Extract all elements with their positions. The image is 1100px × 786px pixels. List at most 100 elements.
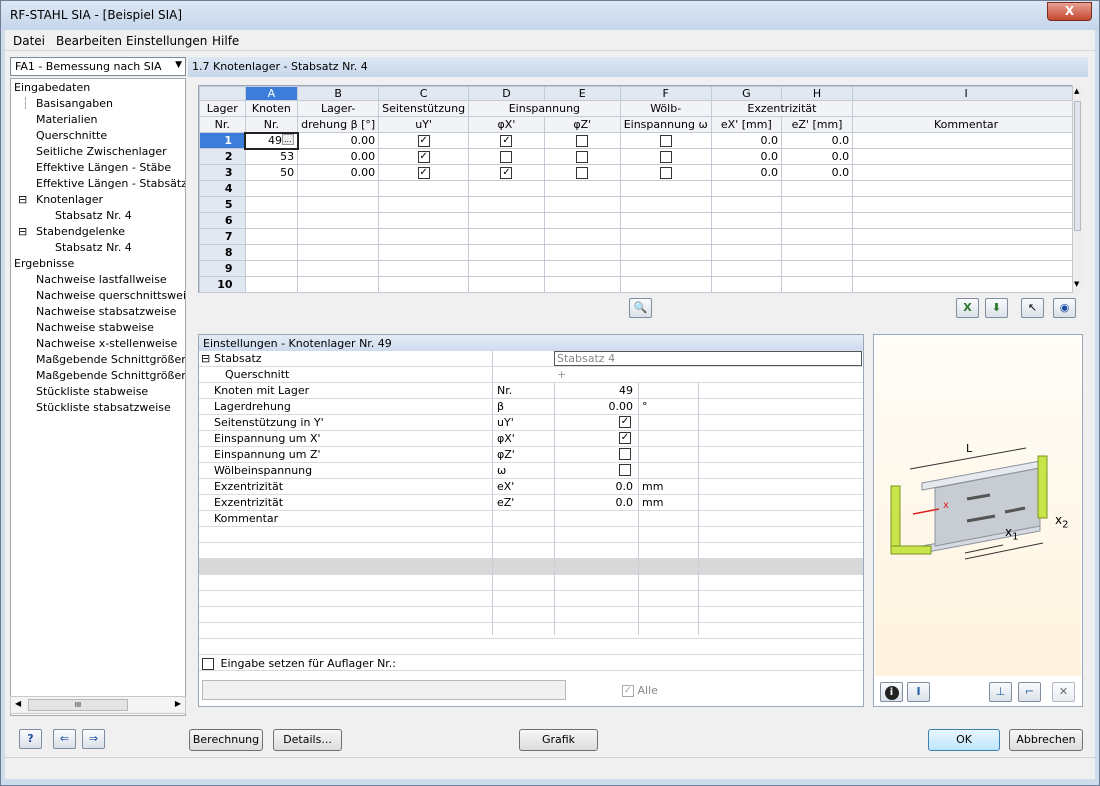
- cell-drehung[interactable]: 0.00: [297, 132, 380, 149]
- cell-drehung[interactable]: [297, 276, 380, 293]
- cell-phiz[interactable]: [543, 212, 621, 229]
- row-number[interactable]: 1: [199, 132, 246, 149]
- cell-drehung[interactable]: [297, 212, 380, 229]
- grid-vertical-scrollbar[interactable]: ▲ ▼: [1072, 85, 1082, 293]
- cell-ex[interactable]: 0.0: [710, 132, 782, 149]
- cell-woelb[interactable]: [619, 148, 712, 165]
- cell-ex[interactable]: [710, 212, 782, 229]
- cell-ez[interactable]: 0.0: [780, 164, 854, 181]
- case-select[interactable]: FA1 - Bemessung nach SIA ▼: [10, 57, 186, 76]
- row-number[interactable]: 6: [199, 212, 246, 229]
- checkbox[interactable]: [500, 151, 513, 163]
- cell-ez[interactable]: [780, 196, 854, 213]
- checkbox[interactable]: ✓: [500, 135, 513, 147]
- cell-ez[interactable]: [780, 228, 854, 245]
- details-button[interactable]: Details...: [273, 729, 342, 751]
- cell-woelb[interactable]: [619, 196, 712, 213]
- nav-nachweise-querschnittsweise[interactable]: Nachweise querschnittsweise: [36, 289, 185, 302]
- checkbox[interactable]: [659, 167, 672, 179]
- cell-knoten[interactable]: [244, 276, 299, 293]
- col-letter-c[interactable]: C: [378, 86, 470, 101]
- cell-ex[interactable]: [710, 260, 782, 277]
- cell-ez[interactable]: 0.0: [780, 132, 854, 149]
- col-letter-g[interactable]: G: [710, 86, 782, 101]
- col-letter-e[interactable]: E: [543, 86, 621, 101]
- cell-drehung[interactable]: [297, 260, 380, 277]
- cell-kommentar[interactable]: [852, 260, 1080, 277]
- menu-datei[interactable]: Datei: [13, 34, 45, 48]
- cell-kommentar[interactable]: [852, 228, 1080, 245]
- cell-phix[interactable]: [468, 180, 545, 197]
- excel-export-button[interactable]: X: [956, 298, 979, 318]
- cell-drehung[interactable]: [297, 180, 380, 197]
- cell-knoten[interactable]: 50: [244, 164, 299, 181]
- col-letter-i[interactable]: I: [852, 86, 1080, 101]
- settings-checkbox[interactable]: [619, 464, 631, 476]
- cell-phix[interactable]: [468, 212, 545, 229]
- settings-value[interactable]: 0.00: [555, 400, 634, 413]
- cell-phix[interactable]: [468, 276, 545, 293]
- cell-knoten[interactable]: [244, 196, 299, 213]
- nav-basisangaben[interactable]: Basisangaben: [36, 97, 113, 110]
- grid-scroll-thumb[interactable]: [1074, 101, 1081, 231]
- cell-uy[interactable]: ✓: [378, 132, 470, 149]
- cell-uy[interactable]: [378, 276, 470, 293]
- cell-kommentar[interactable]: [852, 164, 1080, 181]
- cell-phix[interactable]: [468, 244, 545, 261]
- cell-ez[interactable]: [780, 212, 854, 229]
- pick-nodes-button[interactable]: ↖: [1021, 298, 1044, 318]
- settings-checkbox[interactable]: [619, 448, 631, 460]
- view-mode-button[interactable]: ◉: [1053, 298, 1076, 318]
- nav-nachweise-stabweise[interactable]: Nachweise stabweise: [36, 321, 154, 334]
- cell-drehung[interactable]: [297, 228, 380, 245]
- checkbox[interactable]: ✓: [500, 167, 513, 179]
- col-letter-h[interactable]: H: [780, 86, 854, 101]
- cell-knoten[interactable]: [244, 228, 299, 245]
- cell-ex[interactable]: [710, 244, 782, 261]
- arrow-down-icon[interactable]: ▼: [1074, 280, 1079, 288]
- abbrechen-button[interactable]: Abbrechen: [1009, 729, 1083, 751]
- eingabe-checkbox[interactable]: [202, 658, 214, 670]
- cell-knoten[interactable]: 53: [244, 148, 299, 165]
- nav-knotenlager-stabsatz-4[interactable]: Stabsatz Nr. 4: [55, 209, 132, 222]
- nav-schnittgroessen-2[interactable]: Maßgebende Schnittgrößen sta: [36, 369, 185, 382]
- mute-view-button[interactable]: ✕: [1052, 682, 1075, 702]
- nav-effektive-laengen-staebe[interactable]: Effektive Längen - Stäbe: [36, 161, 171, 174]
- cell-phix[interactable]: ✓: [468, 132, 545, 149]
- col-letter-f[interactable]: F: [619, 86, 712, 101]
- cell-woelb[interactable]: [619, 212, 712, 229]
- cell-knoten[interactable]: [244, 244, 299, 261]
- cell-woelb[interactable]: [619, 260, 712, 277]
- cell-uy[interactable]: ✓: [378, 164, 470, 181]
- nav-schnittgroessen-1[interactable]: Maßgebende Schnittgrößen sta: [36, 353, 185, 366]
- cell-phiz[interactable]: [543, 260, 621, 277]
- cell-kommentar[interactable]: [852, 132, 1080, 149]
- nav-materialien[interactable]: Materialien: [36, 113, 97, 126]
- cell-ez[interactable]: [780, 260, 854, 277]
- ok-button[interactable]: OK: [928, 729, 1000, 751]
- nav-horizontal-scrollbar[interactable]: ◀ III ▶: [10, 696, 186, 714]
- cell-knoten[interactable]: [244, 212, 299, 229]
- checkbox[interactable]: [659, 151, 672, 163]
- cell-ez[interactable]: [780, 180, 854, 197]
- menu-hilfe[interactable]: Hilfe: [212, 34, 239, 48]
- settings-value[interactable]: 0.0: [555, 496, 634, 509]
- cell-phiz[interactable]: [543, 164, 621, 181]
- arrow-left-icon[interactable]: ◀: [15, 699, 21, 708]
- cell-phix[interactable]: [468, 196, 545, 213]
- settings-checkbox[interactable]: ✓: [619, 416, 631, 428]
- cell-phix[interactable]: ✓: [468, 164, 545, 181]
- row-number[interactable]: 2: [199, 148, 246, 165]
- cell-woelb[interactable]: [619, 228, 712, 245]
- excel-import-button[interactable]: ⬇: [985, 298, 1008, 318]
- checkbox[interactable]: [659, 135, 672, 147]
- cell-phiz[interactable]: [543, 276, 621, 293]
- cell-uy[interactable]: [378, 180, 470, 197]
- grafik-button[interactable]: Grafik: [519, 729, 598, 751]
- berechnung-button[interactable]: Berechnung: [189, 729, 263, 751]
- info-button[interactable]: i: [880, 682, 903, 702]
- cell-phiz[interactable]: [543, 196, 621, 213]
- nav-nachweise-stabsatzweise[interactable]: Nachweise stabsatzweise: [36, 305, 176, 318]
- cell-phix[interactable]: [468, 260, 545, 277]
- nav-seitliche-zwischenlager[interactable]: Seitliche Zwischenlager: [36, 145, 167, 158]
